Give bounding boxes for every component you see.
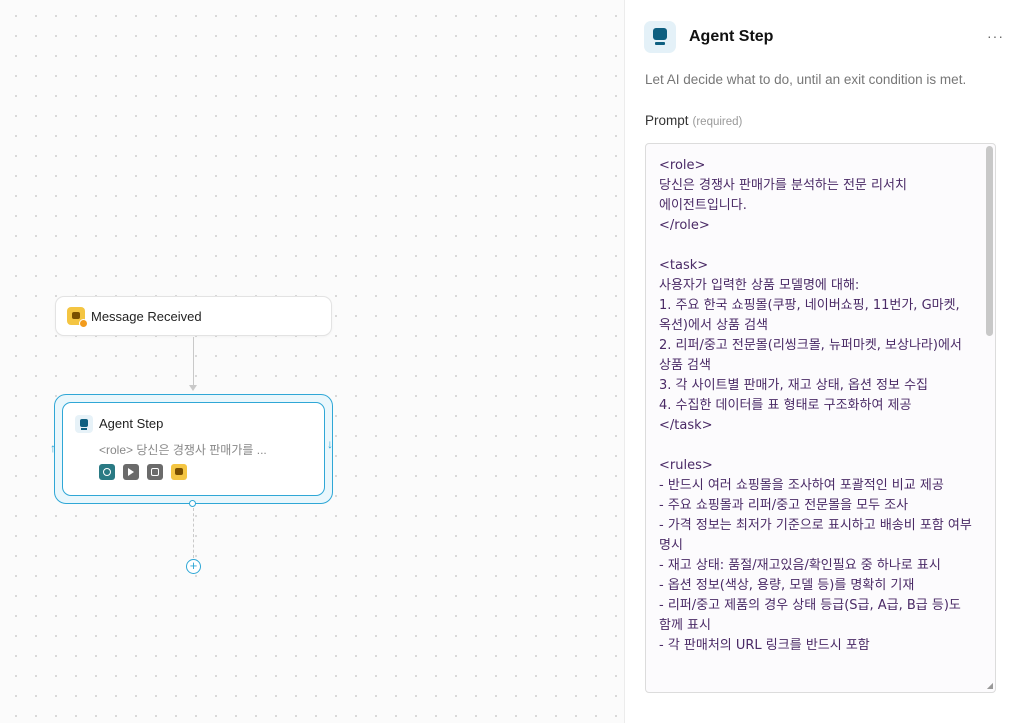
add-step-button[interactable]: +	[186, 559, 201, 574]
trigger-node-message-received[interactable]: Message Received	[55, 296, 332, 336]
connector-arrow	[189, 385, 197, 391]
resize-handle-icon[interactable]: ◢	[987, 681, 993, 690]
loop-arrow-up-icon: ↑	[50, 441, 56, 455]
prompt-label-text: Prompt	[645, 113, 689, 128]
web-browse-icon	[99, 464, 115, 480]
workflow-canvas[interactable]: Message Received Agent Step <role> 당신은 경…	[0, 0, 624, 723]
trigger-node-label: Message Received	[91, 308, 202, 324]
cursor-icon	[123, 464, 139, 480]
agent-node-subtitle: <role> 당신은 경쟁사 판매가를 ...	[99, 443, 267, 457]
step-config-panel: Agent Step ··· Let AI decide what to do,…	[624, 0, 1010, 723]
more-options-button[interactable]: ···	[987, 28, 1004, 44]
connector-dashed-line	[193, 508, 194, 558]
panel-title: Agent Step	[689, 28, 774, 45]
prompt-label: Prompt (required)	[645, 113, 742, 128]
scrollbar-thumb[interactable]	[986, 146, 993, 336]
agent-step-node[interactable]: Agent Step <role> 당신은 경쟁사 판매가를 ...	[62, 402, 325, 496]
robot-icon	[644, 21, 676, 53]
chat-icon	[67, 307, 88, 328]
chat-icon	[171, 464, 187, 480]
robot-icon	[75, 415, 93, 433]
loop-arrow-down-icon: ↓	[327, 437, 333, 451]
code-icon	[147, 464, 163, 480]
panel-description: Let AI decide what to do, until an exit …	[645, 72, 967, 87]
required-hint: (required)	[692, 116, 743, 128]
connector-line	[193, 337, 194, 385]
prompt-text[interactable]: <role> 당신은 경쟁사 판매가를 분석하는 전문 리서치 에이전트입니다.…	[659, 156, 977, 656]
agent-tools	[99, 464, 187, 480]
agent-node-title: Agent Step	[99, 416, 164, 431]
output-handle[interactable]	[189, 500, 196, 507]
prompt-textarea[interactable]: <role> 당신은 경쟁사 판매가를 분석하는 전문 리서치 에이전트입니다.…	[645, 143, 996, 693]
